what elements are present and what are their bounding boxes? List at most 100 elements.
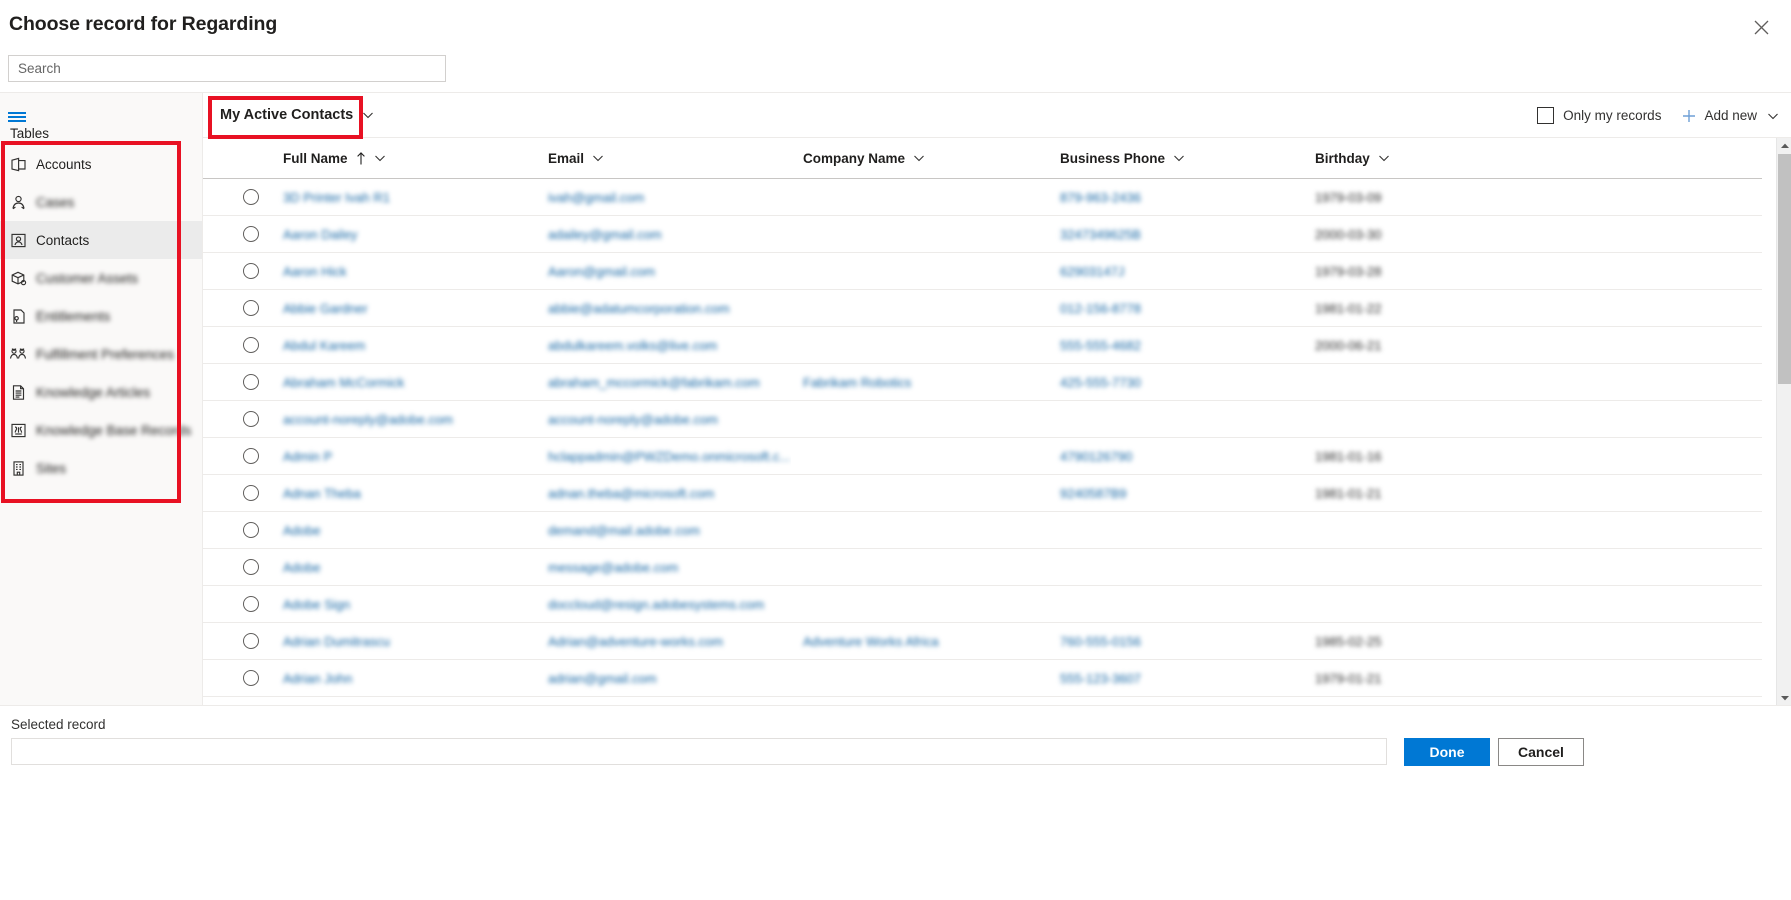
selected-record-box[interactable] xyxy=(11,738,1387,765)
sidebar-item-cases[interactable]: Cases xyxy=(0,183,202,221)
scroll-up-arrow[interactable] xyxy=(1777,138,1791,153)
cell-business-phone[interactable]: 760-555-0156 xyxy=(1048,622,1303,660)
search-box[interactable] xyxy=(8,55,446,82)
row-radio-button[interactable] xyxy=(243,189,259,205)
column-header-company[interactable]: Company Name xyxy=(791,138,1048,179)
cell-full-name[interactable]: Abbie Gardner xyxy=(271,289,536,327)
cell-email[interactable]: hclappadmin@PWZDemo.onmicrosoft.c... xyxy=(536,437,791,475)
cell-business-phone[interactable]: 9240587B9 xyxy=(1048,474,1303,512)
chevron-down-icon[interactable] xyxy=(1173,152,1185,164)
row-radio-button[interactable] xyxy=(243,670,259,686)
cell-business-phone[interactable]: 3247349625B xyxy=(1048,215,1303,253)
vertical-scrollbar[interactable] xyxy=(1776,138,1791,705)
row-select-cell[interactable] xyxy=(203,215,271,253)
row-select-cell[interactable] xyxy=(203,548,271,586)
sidebar-item-knowledge-articles[interactable]: Knowledge Articles xyxy=(0,373,202,411)
sidebar-item-sites[interactable]: Sites xyxy=(0,449,202,487)
chevron-down-icon[interactable] xyxy=(1767,110,1779,122)
row-select-cell[interactable] xyxy=(203,659,271,697)
chevron-down-icon[interactable] xyxy=(592,152,604,164)
column-header-email[interactable]: Email xyxy=(536,138,791,179)
cell-business-phone[interactable]: 62903147J xyxy=(1048,252,1303,290)
row-radio-button[interactable] xyxy=(243,485,259,501)
search-input[interactable] xyxy=(9,56,445,81)
close-icon[interactable] xyxy=(1745,11,1777,43)
cell-email[interactable]: abbie@adatumcorporation.com xyxy=(536,289,791,327)
cell-business-phone[interactable]: 555-123-3607 xyxy=(1048,659,1303,697)
sidebar-item-customer-assets[interactable]: Customer Assets xyxy=(0,259,202,297)
chevron-down-icon[interactable] xyxy=(1378,152,1390,164)
row-select-cell[interactable] xyxy=(203,252,271,290)
row-radio-button[interactable] xyxy=(243,300,259,316)
table-row[interactable]: account-noreply@adobe.com account-noreply… xyxy=(203,400,1762,438)
cell-full-name[interactable]: Adobe xyxy=(271,511,536,549)
sidebar-item-knowledge-base-records[interactable]: Knowledge Base Records xyxy=(0,411,202,449)
row-select-cell[interactable] xyxy=(203,622,271,660)
row-radio-button[interactable] xyxy=(243,596,259,612)
cell-full-name[interactable]: Abraham McCormick xyxy=(271,363,536,401)
table-row[interactable]: Adrian John adrian@gmail.com 555-123-3607 1… xyxy=(203,659,1762,697)
cancel-button[interactable]: Cancel xyxy=(1498,738,1584,766)
row-radio-button[interactable] xyxy=(243,263,259,279)
row-select-cell[interactable] xyxy=(203,400,271,438)
table-row[interactable]: Adobe message@adobe.com xyxy=(203,548,1762,586)
cell-email[interactable]: doccloud@resign.adobesystems.com xyxy=(536,585,791,623)
sidebar-item-entitlements[interactable]: Entitlements xyxy=(0,297,202,335)
sidebar-item-contacts[interactable]: Contacts xyxy=(0,221,202,259)
cell-full-name[interactable]: Adnan Theba xyxy=(271,474,536,512)
scrollbar-thumb[interactable] xyxy=(1778,154,1791,384)
table-row[interactable]: Adrian Dumitrascu Adrian@adventure-works.… xyxy=(203,622,1762,660)
row-select-cell[interactable] xyxy=(203,363,271,401)
row-select-cell[interactable] xyxy=(203,326,271,364)
cell-email[interactable]: demand@mail.adobe.com xyxy=(536,511,791,549)
table-row[interactable]: Aaron Dailey adailey@gmail.com 3247349625B… xyxy=(203,215,1762,253)
row-radio-button[interactable] xyxy=(243,411,259,427)
cell-full-name[interactable]: Adobe xyxy=(271,548,536,586)
cell-email[interactable]: account-noreply@adobe.com xyxy=(536,400,791,438)
scroll-down-arrow[interactable] xyxy=(1777,690,1791,705)
row-select-cell[interactable] xyxy=(203,437,271,475)
row-select-cell[interactable] xyxy=(203,178,271,216)
only-my-records-checkbox[interactable] xyxy=(1537,107,1555,124)
cell-email[interactable]: adailey@gmail.com xyxy=(536,215,791,253)
cell-email[interactable]: ivah@gmail.com xyxy=(536,178,791,216)
cell-full-name[interactable]: Adrian John xyxy=(271,659,536,697)
cell-business-phone[interactable] xyxy=(1048,585,1303,623)
table-row[interactable]: Admin P hclappadmin@PWZDemo.onmicrosoft.c… xyxy=(203,437,1762,475)
row-radio-button[interactable] xyxy=(243,374,259,390)
cell-business-phone[interactable]: 4790126790 xyxy=(1048,437,1303,475)
cell-full-name[interactable]: Adobe Sign xyxy=(271,585,536,623)
table-row[interactable]: Adnan Theba adnan.theba@microsoft.com 9240… xyxy=(203,474,1762,512)
row-radio-button[interactable] xyxy=(243,448,259,464)
cell-business-phone[interactable]: 555-555-4682 xyxy=(1048,326,1303,364)
view-selector[interactable]: My Active Contacts xyxy=(220,99,374,131)
cell-email[interactable]: abdulkareem.volks@live.com xyxy=(536,326,791,364)
table-row[interactable]: Abdul Kareem abdulkareem.volks@live.com 55… xyxy=(203,326,1762,364)
cell-business-phone[interactable] xyxy=(1048,400,1303,438)
row-radio-button[interactable] xyxy=(243,337,259,353)
row-radio-button[interactable] xyxy=(243,633,259,649)
column-header-phone[interactable]: Business Phone xyxy=(1048,138,1303,179)
cell-email[interactable]: abraham_mccormick@fabrikam.com xyxy=(536,363,791,401)
selected-record-input[interactable] xyxy=(12,739,1386,764)
cell-business-phone[interactable]: 425-555-7730 xyxy=(1048,363,1303,401)
cell-business-phone[interactable] xyxy=(1048,511,1303,549)
row-radio-button[interactable] xyxy=(243,226,259,242)
sidebar-item-fulfillment-preferences[interactable]: Fulfillment Preferences xyxy=(0,335,202,373)
only-my-records-toggle[interactable]: Only my records xyxy=(1537,107,1661,124)
column-header-name[interactable]: Full Name xyxy=(271,138,536,179)
row-select-cell[interactable] xyxy=(203,474,271,512)
cell-full-name[interactable]: Abdul Kareem xyxy=(271,326,536,364)
cell-full-name[interactable]: Aaron Hick xyxy=(271,252,536,290)
chevron-down-icon[interactable] xyxy=(374,152,386,164)
table-row[interactable]: Abraham McCormick abraham_mccormick@fabri… xyxy=(203,363,1762,401)
table-row[interactable]: Aaron Hick Aaron@gmail.com 62903147J 1979-0… xyxy=(203,252,1762,290)
cell-email[interactable]: adnan.theba@microsoft.com xyxy=(536,474,791,512)
cell-business-phone[interactable] xyxy=(1048,548,1303,586)
cell-full-name[interactable]: Admin P xyxy=(271,437,536,475)
cell-full-name[interactable]: account-noreply@adobe.com xyxy=(271,400,536,438)
table-row[interactable]: Abbie Gardner abbie@adatumcorporation.com… xyxy=(203,289,1762,327)
cell-full-name[interactable]: Aaron Dailey xyxy=(271,215,536,253)
row-select-cell[interactable] xyxy=(203,585,271,623)
column-header-bday[interactable]: Birthday xyxy=(1303,138,1762,179)
